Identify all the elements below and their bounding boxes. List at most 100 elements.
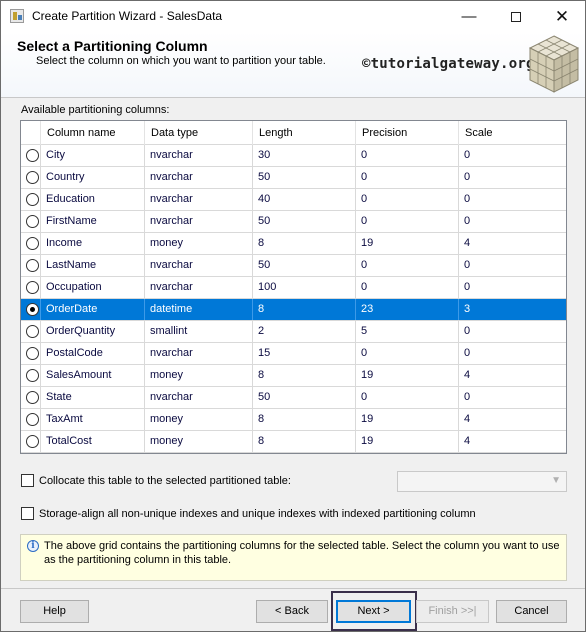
row-radio-button[interactable] — [26, 435, 39, 448]
row-select-cell[interactable] — [21, 233, 41, 254]
table-row[interactable]: Income money 8 19 4 — [21, 233, 566, 255]
row-data-type[interactable]: nvarchar — [145, 255, 253, 276]
table-row[interactable]: PostalCode nvarchar 15 0 0 — [21, 343, 566, 365]
table-row[interactable]: TaxAmt money 8 19 4 — [21, 409, 566, 431]
row-column-name[interactable]: PostalCode — [41, 343, 145, 364]
row-length[interactable]: 30 — [253, 145, 356, 166]
header-length[interactable]: Length — [253, 121, 356, 145]
row-data-type[interactable]: nvarchar — [145, 189, 253, 210]
table-row[interactable]: State nvarchar 50 0 0 — [21, 387, 566, 409]
row-scale[interactable]: 0 — [459, 211, 566, 232]
row-precision[interactable]: 0 — [356, 189, 459, 210]
row-scale[interactable]: 4 — [459, 409, 566, 430]
row-scale[interactable]: 0 — [459, 321, 566, 342]
row-column-name[interactable]: State — [41, 387, 145, 408]
cancel-button[interactable]: Cancel — [496, 600, 567, 623]
row-data-type[interactable]: nvarchar — [145, 387, 253, 408]
row-column-name[interactable]: OrderDate — [41, 299, 145, 320]
row-scale[interactable]: 0 — [459, 277, 566, 298]
row-radio-button[interactable] — [26, 149, 39, 162]
table-row[interactable]: FirstName nvarchar 50 0 0 — [21, 211, 566, 233]
collocate-checkbox[interactable] — [21, 474, 34, 487]
row-length[interactable]: 50 — [253, 255, 356, 276]
row-column-name[interactable]: TotalCost — [41, 431, 145, 452]
row-length[interactable]: 8 — [253, 409, 356, 430]
row-scale[interactable]: 4 — [459, 365, 566, 386]
row-precision[interactable]: 19 — [356, 365, 459, 386]
row-data-type[interactable]: nvarchar — [145, 145, 253, 166]
minimize-button[interactable]: — — [446, 1, 492, 32]
row-data-type[interactable]: nvarchar — [145, 211, 253, 232]
row-select-cell[interactable] — [21, 145, 41, 166]
row-select-cell[interactable] — [21, 277, 41, 298]
row-scale[interactable]: 3 — [459, 299, 566, 320]
row-select-cell[interactable] — [21, 387, 41, 408]
help-button[interactable]: Help — [20, 600, 89, 623]
row-radio-button[interactable] — [26, 281, 39, 294]
row-precision[interactable]: 0 — [356, 167, 459, 188]
partitioned-table-dropdown[interactable]: ▼ — [397, 471, 567, 492]
header-scale[interactable]: Scale — [459, 121, 566, 145]
row-radio-button[interactable] — [26, 259, 39, 272]
storage-align-checkbox[interactable] — [21, 507, 34, 520]
title-bar[interactable]: Create Partition Wizard - SalesData — ✕ — [1, 1, 585, 32]
row-precision[interactable]: 5 — [356, 321, 459, 342]
row-length[interactable]: 50 — [253, 167, 356, 188]
row-select-cell[interactable] — [21, 211, 41, 232]
row-radio-button[interactable] — [26, 193, 39, 206]
row-select-cell[interactable] — [21, 299, 41, 320]
row-scale[interactable]: 0 — [459, 189, 566, 210]
row-column-name[interactable]: LastName — [41, 255, 145, 276]
row-precision[interactable]: 19 — [356, 409, 459, 430]
table-row[interactable]: TotalCost money 8 19 4 — [21, 431, 566, 453]
row-length[interactable]: 40 — [253, 189, 356, 210]
row-data-type[interactable]: nvarchar — [145, 343, 253, 364]
row-column-name[interactable]: Country — [41, 167, 145, 188]
table-row[interactable]: City nvarchar 30 0 0 — [21, 145, 566, 167]
row-select-cell[interactable] — [21, 409, 41, 430]
row-scale[interactable]: 0 — [459, 145, 566, 166]
row-column-name[interactable]: OrderQuantity — [41, 321, 145, 342]
row-column-name[interactable]: Occupation — [41, 277, 145, 298]
row-data-type[interactable]: datetime — [145, 299, 253, 320]
row-column-name[interactable]: TaxAmt — [41, 409, 145, 430]
finish-button[interactable]: Finish >>| — [416, 600, 489, 623]
row-precision[interactable]: 23 — [356, 299, 459, 320]
table-row[interactable]: Occupation nvarchar 100 0 0 — [21, 277, 566, 299]
row-length[interactable]: 8 — [253, 431, 356, 452]
row-scale[interactable]: 0 — [459, 387, 566, 408]
row-select-cell[interactable] — [21, 343, 41, 364]
row-length[interactable]: 2 — [253, 321, 356, 342]
header-precision[interactable]: Precision — [356, 121, 459, 145]
row-length[interactable]: 8 — [253, 365, 356, 386]
row-radio-button[interactable] — [26, 391, 39, 404]
row-radio-button[interactable] — [26, 215, 39, 228]
row-select-cell[interactable] — [21, 365, 41, 386]
row-length[interactable]: 8 — [253, 299, 356, 320]
close-button[interactable]: ✕ — [539, 1, 585, 32]
row-length[interactable]: 15 — [253, 343, 356, 364]
row-data-type[interactable]: money — [145, 431, 253, 452]
header-column-name[interactable]: Column name — [41, 121, 145, 145]
row-length[interactable]: 50 — [253, 387, 356, 408]
row-radio-button[interactable] — [26, 369, 39, 382]
table-row[interactable]: Country nvarchar 50 0 0 — [21, 167, 566, 189]
row-scale[interactable]: 0 — [459, 343, 566, 364]
table-row[interactable]: SalesAmount money 8 19 4 — [21, 365, 566, 387]
table-row[interactable]: OrderQuantity smallint 2 5 0 — [21, 321, 566, 343]
row-precision[interactable]: 0 — [356, 255, 459, 276]
row-radio-button[interactable] — [26, 171, 39, 184]
row-radio-button[interactable] — [26, 237, 39, 250]
next-button[interactable]: Next > — [336, 600, 411, 623]
row-length[interactable]: 50 — [253, 211, 356, 232]
row-radio-button[interactable] — [26, 413, 39, 426]
row-data-type[interactable]: nvarchar — [145, 277, 253, 298]
partitioning-columns-grid[interactable]: Column name Data type Length Precision S… — [20, 120, 567, 454]
row-select-cell[interactable] — [21, 255, 41, 276]
row-scale[interactable]: 0 — [459, 167, 566, 188]
row-data-type[interactable]: money — [145, 365, 253, 386]
row-data-type[interactable]: money — [145, 233, 253, 254]
row-scale[interactable]: 4 — [459, 431, 566, 452]
row-precision[interactable]: 19 — [356, 233, 459, 254]
row-precision[interactable]: 0 — [356, 277, 459, 298]
